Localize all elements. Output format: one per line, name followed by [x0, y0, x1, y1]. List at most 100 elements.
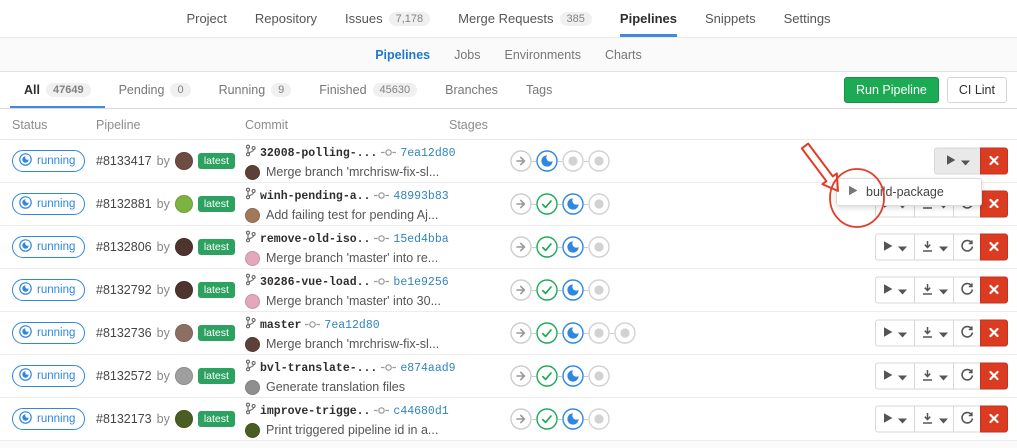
pipeline-id-link[interactable]: #8133417	[96, 154, 152, 168]
status-badge-running[interactable]: running	[12, 236, 85, 258]
commit-author-avatar[interactable]	[245, 165, 260, 180]
artifacts-dropdown-button[interactable]	[914, 234, 954, 261]
stage-created-icon[interactable]	[588, 408, 610, 430]
commit-message-link[interactable]: Add failing test for pending Aj...	[266, 208, 438, 222]
stage-success-icon[interactable]	[536, 236, 558, 258]
stage-skipped-icon[interactable]	[510, 279, 532, 301]
run-pipeline-button[interactable]: Run Pipeline	[844, 77, 939, 103]
subnav-item-jobs[interactable]: Jobs	[454, 38, 480, 71]
manual-action-dropdown-button[interactable]	[934, 148, 981, 175]
commit-sha-link[interactable]: c44680d1	[393, 405, 448, 418]
stage-created-icon[interactable]	[588, 150, 610, 172]
nav-item-repository[interactable]: Repository	[255, 0, 317, 37]
stage-skipped-icon[interactable]	[510, 408, 532, 430]
branch-link[interactable]: bvl-translate-...	[260, 362, 377, 375]
cancel-pipeline-button[interactable]	[980, 363, 1008, 390]
commit-message-link[interactable]: Merge branch 'master' into 30...	[266, 294, 441, 308]
stage-success-icon[interactable]	[536, 193, 558, 215]
stage-running-icon[interactable]	[562, 365, 584, 387]
stage-created-icon[interactable]	[614, 322, 636, 344]
cancel-pipeline-button[interactable]	[980, 148, 1008, 175]
nav-item-merge-requests[interactable]: Merge Requests385	[458, 0, 592, 37]
stage-running-icon[interactable]	[562, 193, 584, 215]
commit-author-avatar[interactable]	[245, 380, 260, 395]
stage-skipped-icon[interactable]	[510, 365, 532, 387]
status-badge-running[interactable]: running	[12, 365, 85, 387]
tab-tags[interactable]: Tags	[512, 72, 566, 108]
tab-all[interactable]: All47649	[10, 72, 105, 108]
pipeline-author-avatar[interactable]	[175, 152, 193, 170]
tab-pending[interactable]: Pending0	[105, 72, 205, 108]
pipeline-author-avatar[interactable]	[175, 367, 193, 385]
manual-action-dropdown-button[interactable]	[875, 363, 915, 390]
stage-success-icon[interactable]	[536, 279, 558, 301]
stage-created-icon[interactable]	[562, 150, 584, 172]
pipeline-author-avatar[interactable]	[175, 195, 193, 213]
commit-author-avatar[interactable]	[245, 251, 260, 266]
commit-sha-link[interactable]: e874aad9	[400, 362, 455, 375]
pipeline-id-link[interactable]: #8132572	[96, 369, 152, 383]
stage-running-icon[interactable]	[536, 150, 558, 172]
pipeline-id-link[interactable]: #8132736	[96, 326, 152, 340]
stage-skipped-icon[interactable]	[510, 193, 532, 215]
tab-branches[interactable]: Branches	[431, 72, 512, 108]
pipeline-id-link[interactable]: #8132173	[96, 412, 152, 426]
dropdown-item-build-package[interactable]: build-package	[837, 182, 981, 202]
commit-sha-link[interactable]: be1e9256	[393, 276, 448, 289]
commit-sha-link[interactable]: 15ed4bba	[393, 233, 448, 246]
manual-action-dropdown-button[interactable]	[875, 277, 915, 304]
retry-pipeline-button[interactable]	[953, 234, 981, 261]
commit-author-avatar[interactable]	[245, 423, 260, 438]
commit-author-avatar[interactable]	[245, 294, 260, 309]
stage-success-icon[interactable]	[536, 322, 558, 344]
stage-running-icon[interactable]	[562, 408, 584, 430]
stage-running-icon[interactable]	[562, 322, 584, 344]
commit-sha-link[interactable]: 48993b83	[393, 190, 448, 203]
subnav-item-environments[interactable]: Environments	[505, 38, 581, 71]
commit-sha-link[interactable]: 7ea12d80	[324, 319, 379, 332]
tab-running[interactable]: Running9	[205, 72, 306, 108]
status-badge-running[interactable]: running	[12, 279, 85, 301]
branch-link[interactable]: master	[260, 319, 301, 332]
retry-pipeline-button[interactable]	[953, 363, 981, 390]
manual-action-dropdown-button[interactable]	[875, 320, 915, 347]
status-badge-running[interactable]: running	[12, 193, 85, 215]
stage-running-icon[interactable]	[562, 279, 584, 301]
tab-finished[interactable]: Finished45630	[305, 72, 431, 108]
status-badge-running[interactable]: running	[12, 150, 85, 172]
stage-skipped-icon[interactable]	[510, 150, 532, 172]
cancel-pipeline-button[interactable]	[980, 277, 1008, 304]
artifacts-dropdown-button[interactable]	[914, 363, 954, 390]
nav-item-snippets[interactable]: Snippets	[705, 0, 756, 37]
cancel-pipeline-button[interactable]	[980, 320, 1008, 347]
branch-link[interactable]: remove-old-iso..	[260, 233, 370, 246]
artifacts-dropdown-button[interactable]	[914, 277, 954, 304]
commit-message-link[interactable]: Print triggered pipeline id in a...	[266, 423, 438, 437]
branch-link[interactable]: winh-pending-a..	[260, 190, 370, 203]
commit-sha-link[interactable]: 7ea12d80	[400, 147, 455, 160]
stage-skipped-icon[interactable]	[510, 236, 532, 258]
nav-item-pipelines[interactable]: Pipelines	[620, 0, 677, 37]
artifacts-dropdown-button[interactable]	[914, 320, 954, 347]
commit-message-link[interactable]: Merge branch 'mrchrisw-fix-sl...	[266, 337, 439, 351]
stage-created-icon[interactable]	[588, 365, 610, 387]
nav-item-project[interactable]: Project	[186, 0, 226, 37]
branch-link[interactable]: 30286-vue-load..	[260, 276, 370, 289]
nav-item-issues[interactable]: Issues7,178	[345, 0, 430, 37]
retry-pipeline-button[interactable]	[953, 406, 981, 433]
status-badge-running[interactable]: running	[12, 408, 85, 430]
commit-author-avatar[interactable]	[245, 208, 260, 223]
pipeline-author-avatar[interactable]	[175, 324, 193, 342]
commit-message-link[interactable]: Merge branch 'master' into re...	[266, 251, 438, 265]
manual-action-dropdown-button[interactable]	[875, 234, 915, 261]
stage-created-icon[interactable]	[588, 322, 610, 344]
pipeline-author-avatar[interactable]	[175, 281, 193, 299]
subnav-item-pipelines[interactable]: Pipelines	[375, 38, 430, 71]
commit-message-link[interactable]: Merge branch 'mrchrisw-fix-sl...	[266, 165, 439, 179]
branch-link[interactable]: improve-trigge..	[260, 405, 370, 418]
pipeline-author-avatar[interactable]	[175, 238, 193, 256]
pipeline-id-link[interactable]: #8132792	[96, 283, 152, 297]
pipeline-id-link[interactable]: #8132806	[96, 240, 152, 254]
artifacts-dropdown-button[interactable]	[914, 406, 954, 433]
cancel-pipeline-button[interactable]	[980, 191, 1008, 218]
